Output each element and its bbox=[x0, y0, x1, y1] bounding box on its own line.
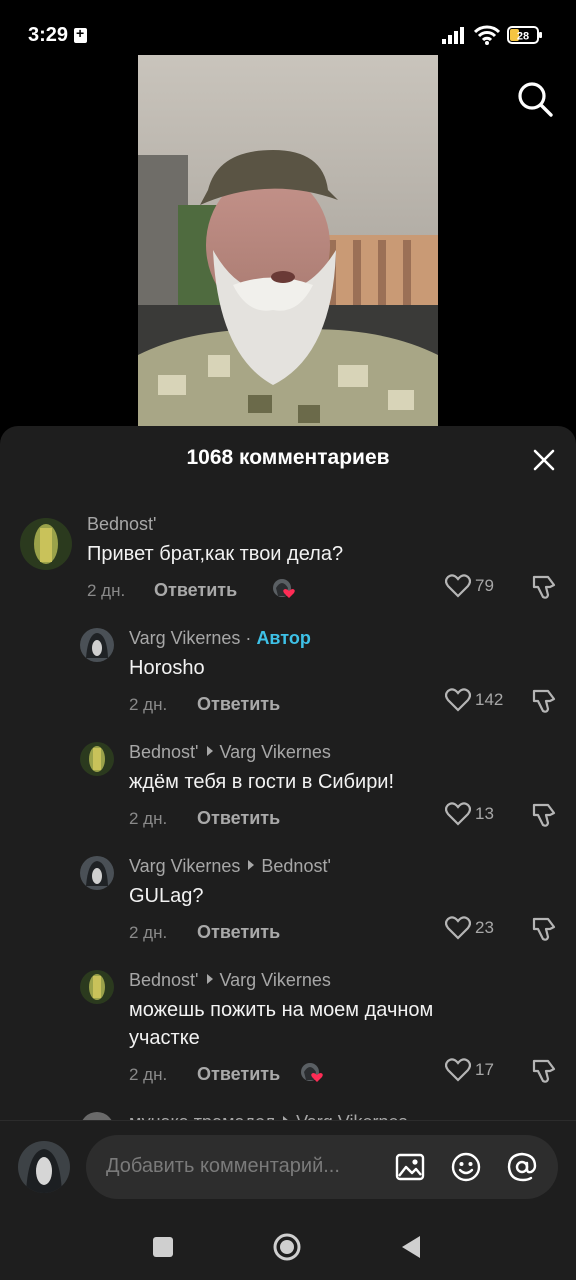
heart-icon bbox=[445, 802, 471, 826]
system-nav-bar bbox=[0, 1212, 576, 1280]
video-frame bbox=[138, 55, 438, 430]
comment-time: 2 дн. bbox=[129, 923, 168, 942]
signal-icon bbox=[442, 27, 464, 44]
avatar[interactable] bbox=[80, 628, 114, 662]
reply-arrow-icon bbox=[248, 860, 255, 870]
comment-author-line[interactable]: Varg Vikernes · Автор bbox=[129, 628, 311, 649]
reply-arrow-icon bbox=[206, 974, 213, 984]
reply-button[interactable]: Ответить bbox=[197, 922, 280, 943]
comment-text: ждём тебя в гости в Сибири! bbox=[129, 771, 395, 793]
comment-author-line[interactable]: Bednost' bbox=[87, 514, 157, 535]
like-button[interactable]: 23 bbox=[445, 914, 515, 942]
comment-author-line[interactable]: Bednost' Varg Vikernes bbox=[129, 742, 331, 763]
heart-icon bbox=[445, 574, 471, 598]
comment-text: Привет брат,как твои дела? bbox=[87, 543, 344, 565]
author-liked-icon bbox=[301, 1063, 323, 1082]
comment-text: можешь пожить на моем дачном участке bbox=[129, 999, 434, 1049]
emoji-icon[interactable] bbox=[450, 1151, 482, 1183]
comment-input-bar: Добавить комментарий... bbox=[0, 1120, 576, 1212]
battery-icon: 28 bbox=[507, 26, 542, 44]
dislike-icon[interactable] bbox=[530, 573, 558, 601]
avatar[interactable] bbox=[80, 742, 114, 776]
home-icon[interactable] bbox=[272, 1232, 302, 1262]
like-count: 17 bbox=[475, 1060, 494, 1079]
dislike-icon[interactable] bbox=[530, 801, 558, 829]
image-icon[interactable] bbox=[394, 1151, 426, 1183]
heart-icon bbox=[445, 688, 471, 712]
comments-count-title: 1068 комментариев bbox=[186, 446, 390, 469]
comment-time: 2 дн. bbox=[129, 809, 168, 828]
heart-icon bbox=[445, 916, 471, 940]
video-player[interactable] bbox=[138, 55, 438, 430]
notification-icon bbox=[74, 25, 87, 43]
dislike-icon[interactable] bbox=[530, 687, 558, 715]
like-count: 79 bbox=[475, 576, 494, 595]
like-count: 142 bbox=[475, 690, 504, 709]
comment-input-placeholder: Добавить комментарий... bbox=[106, 1155, 340, 1177]
svg-text:28: 28 bbox=[517, 31, 529, 43]
comments-list[interactable]: Bednost' Привет брат,как твои дела? 2 дн… bbox=[0, 504, 576, 1124]
reply-button[interactable]: Ответить bbox=[197, 1064, 280, 1085]
reply-button[interactable]: Ответить bbox=[197, 808, 280, 829]
heart-icon bbox=[445, 1058, 471, 1082]
comment-author-line[interactable]: Bednost' Varg Vikernes bbox=[129, 970, 331, 991]
like-button[interactable]: 13 bbox=[445, 800, 515, 828]
comment-time: 2 дн. bbox=[129, 695, 168, 714]
comment-text: Horosho bbox=[129, 657, 205, 679]
avatar[interactable] bbox=[80, 856, 114, 890]
reply-button[interactable]: Ответить bbox=[154, 580, 237, 601]
like-button[interactable]: 79 bbox=[445, 572, 515, 600]
comment-author[interactable]: Varg Vikernes bbox=[129, 628, 240, 648]
status-time: 3:29 bbox=[28, 24, 69, 46]
like-button[interactable]: 17 bbox=[445, 1056, 515, 1084]
my-avatar[interactable] bbox=[18, 1141, 70, 1193]
comment-author[interactable]: Bednost' bbox=[129, 742, 199, 762]
comment-author-line[interactable]: Varg Vikernes Bednost' bbox=[129, 856, 331, 877]
like-button[interactable]: 142 bbox=[445, 686, 515, 714]
reply-to-author[interactable]: Varg Vikernes bbox=[220, 970, 331, 990]
reply-to-author[interactable]: Varg Vikernes bbox=[220, 742, 331, 762]
avatar[interactable] bbox=[20, 518, 72, 570]
reply-to-author[interactable]: Bednost' bbox=[261, 856, 331, 876]
reply-button[interactable]: Ответить bbox=[197, 694, 280, 715]
comment-time: 2 дн. bbox=[87, 581, 126, 600]
author-liked-icon bbox=[273, 579, 295, 598]
dislike-icon[interactable] bbox=[530, 1057, 558, 1085]
comment-author[interactable]: Bednost' bbox=[87, 514, 157, 534]
like-count: 23 bbox=[475, 918, 494, 937]
wifi-icon bbox=[474, 25, 500, 45]
like-count: 13 bbox=[475, 804, 494, 823]
comment-author[interactable]: Bednost' bbox=[129, 970, 199, 990]
reply-arrow-icon bbox=[206, 746, 213, 756]
recent-apps-icon[interactable] bbox=[148, 1232, 178, 1262]
dislike-icon[interactable] bbox=[530, 915, 558, 943]
back-icon[interactable] bbox=[396, 1232, 426, 1262]
avatar[interactable] bbox=[80, 970, 114, 1004]
comment-input[interactable]: Добавить комментарий... bbox=[86, 1135, 558, 1199]
comment-text: GULag? bbox=[129, 885, 204, 907]
comment-author[interactable]: Varg Vikernes bbox=[129, 856, 240, 876]
author-badge: Автор bbox=[256, 628, 311, 648]
author-separator: · bbox=[245, 628, 252, 648]
close-icon[interactable] bbox=[530, 446, 558, 474]
comment-time: 2 дн. bbox=[129, 1065, 168, 1084]
mention-icon[interactable] bbox=[506, 1151, 538, 1183]
search-icon[interactable] bbox=[516, 80, 554, 118]
